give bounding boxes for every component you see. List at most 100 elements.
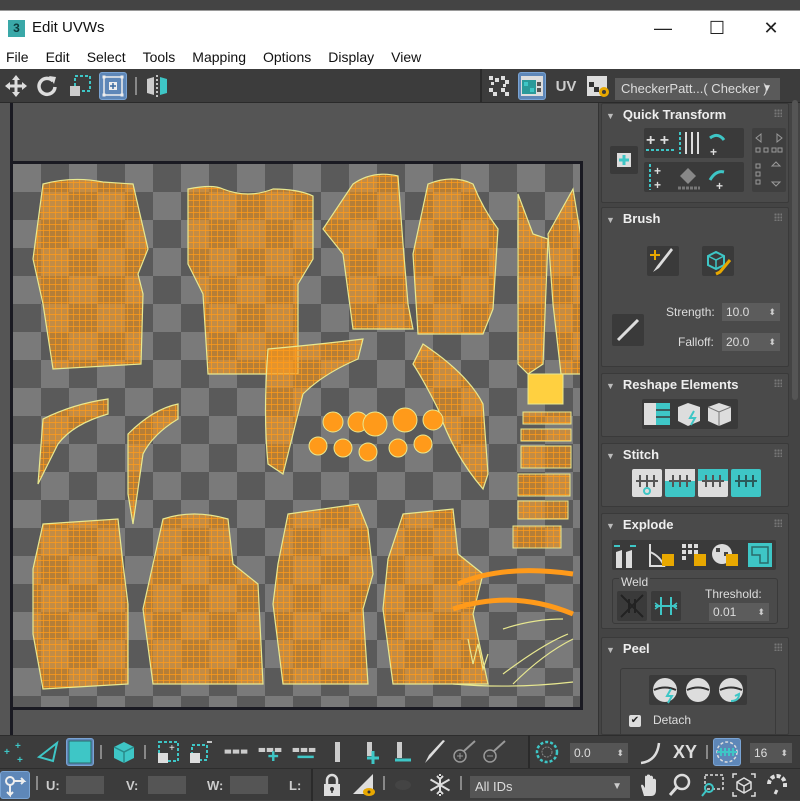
- menu-mapping[interactable]: Mapping: [192, 49, 246, 65]
- paint-move-button[interactable]: [647, 246, 679, 276]
- rollout-header-reshape-elements[interactable]: ▼ Reshape Elements: [606, 377, 739, 392]
- menu-view[interactable]: View: [391, 49, 421, 65]
- falloff-distance-spinner[interactable]: 0.0 ⬍: [570, 743, 628, 763]
- rollout-header-peel[interactable]: ▼ Peel: [606, 641, 650, 656]
- menu-display[interactable]: Display: [328, 49, 374, 65]
- stitch-source-button[interactable]: [665, 469, 695, 497]
- target-weld-button[interactable]: [651, 591, 681, 621]
- freeform-mode-button[interactable]: [99, 72, 127, 100]
- spinner-arrows-icon[interactable]: ⬍: [768, 303, 776, 321]
- align-horizontal-button[interactable]: + + +: [644, 128, 744, 158]
- relax-brush-button[interactable]: [702, 246, 734, 276]
- spinner-arrows-icon[interactable]: ⬍: [768, 333, 776, 351]
- lock-selection-button[interactable]: [318, 771, 346, 799]
- scale-button[interactable]: [66, 72, 94, 100]
- minimize-button[interactable]: —: [640, 11, 686, 46]
- rollout-header-brush[interactable]: ▼ Brush: [606, 211, 660, 226]
- uv-checker-canvas[interactable]: [13, 161, 583, 710]
- element-mode-button[interactable]: [110, 738, 138, 766]
- menu-tools[interactable]: Tools: [143, 49, 176, 65]
- brush-relax-icon: [707, 250, 732, 276]
- zoom-button[interactable]: [666, 771, 694, 799]
- u-coordinate-field[interactable]: [66, 776, 104, 794]
- edge-distance-spinner[interactable]: 16 ⬍: [750, 743, 792, 763]
- spinner-arrows-icon[interactable]: ⬍: [616, 743, 624, 763]
- stitch-average-button[interactable]: [731, 469, 761, 497]
- brush-move-icon: [650, 248, 673, 272]
- zoom-extents-button[interactable]: [730, 771, 758, 799]
- weld-all-selected-button[interactable]: [617, 591, 647, 621]
- u-label: U:: [46, 778, 60, 793]
- grip-icon[interactable]: [774, 109, 782, 117]
- texture-dropdown[interactable]: CheckerPatt...( Checker ) ▼: [615, 78, 780, 100]
- rollout-stitch: ▼ Stitch: [601, 443, 789, 507]
- soft-selection-button[interactable]: [533, 738, 561, 766]
- close-button[interactable]: ✕: [748, 11, 794, 46]
- rollout-quick-transform: ▼ Quick Transform + + + + + +: [601, 103, 789, 203]
- loop-shrink-button[interactable]: [288, 738, 320, 766]
- move-button[interactable]: [2, 72, 30, 100]
- vertex-mode-button[interactable]: + + +: [2, 738, 30, 766]
- unhide-button[interactable]: [392, 771, 420, 799]
- detach-checkbox[interactable]: ✔: [629, 715, 641, 727]
- v-coordinate-field[interactable]: [148, 776, 186, 794]
- falloff-spinner[interactable]: 20.0 ⬍: [722, 333, 780, 351]
- w-coordinate-field[interactable]: [230, 776, 268, 794]
- brush-falloff-type-button[interactable]: [612, 314, 644, 346]
- menu-select[interactable]: Select: [87, 49, 126, 65]
- enlarge-brush-button[interactable]: [450, 738, 478, 766]
- shrink-selection-button[interactable]: [186, 738, 214, 766]
- panel-scrollbar[interactable]: [792, 100, 798, 400]
- loop-shrink-icon: [292, 747, 316, 759]
- space-tools-button[interactable]: [752, 128, 786, 192]
- loop-grow-button[interactable]: [254, 738, 286, 766]
- checker-display-button[interactable]: [485, 72, 513, 100]
- material-id-dropdown[interactable]: All IDs ▼: [470, 776, 630, 798]
- maximize-button[interactable]: ☐: [694, 11, 740, 46]
- texture-settings-button[interactable]: [584, 72, 612, 100]
- zoom-region-button[interactable]: [698, 771, 726, 799]
- rollout-header-quick-transform[interactable]: ▼ Quick Transform: [606, 107, 726, 122]
- paint-select-button[interactable]: [420, 738, 448, 766]
- rollout-header-explode[interactable]: ▼ Explode: [606, 517, 674, 532]
- loop-button[interactable]: [220, 738, 252, 766]
- ring-shrink-button[interactable]: [390, 738, 418, 766]
- menu-file[interactable]: File: [6, 49, 29, 65]
- align-vertical-button[interactable]: + + +: [644, 162, 744, 192]
- show-hidden-button[interactable]: [350, 771, 378, 799]
- menu-edit[interactable]: Edit: [46, 49, 70, 65]
- freeze-button[interactable]: [426, 771, 454, 799]
- snap-button[interactable]: [762, 771, 790, 799]
- grip-icon[interactable]: [774, 449, 782, 457]
- falloff-type-button[interactable]: [636, 738, 664, 766]
- peel-mode-icon: [686, 678, 710, 702]
- grip-icon[interactable]: [774, 643, 782, 651]
- ring-grow-button[interactable]: [358, 738, 386, 766]
- edge-mode-button[interactable]: [34, 738, 62, 766]
- menu-options[interactable]: Options: [263, 49, 311, 65]
- shrink-brush-button[interactable]: [480, 738, 508, 766]
- grow-selection-button[interactable]: +: [154, 738, 182, 766]
- falloff-space-button[interactable]: XY: [668, 738, 702, 766]
- rotate-button[interactable]: [33, 72, 61, 100]
- mirror-button[interactable]: [143, 72, 171, 100]
- grip-icon[interactable]: [774, 213, 782, 221]
- ring-button[interactable]: [324, 738, 352, 766]
- stitch-target-button[interactable]: [698, 469, 728, 497]
- pan-button[interactable]: [636, 771, 664, 799]
- rollout-header-stitch[interactable]: ▼ Stitch: [606, 447, 659, 462]
- show-map-button[interactable]: [518, 72, 546, 100]
- strength-spinner[interactable]: 10.0 ⬍: [722, 303, 780, 321]
- grip-icon[interactable]: [774, 519, 782, 527]
- threshold-spinner[interactable]: 0.01 ⬍: [709, 603, 769, 621]
- stitch-custom-button[interactable]: [632, 469, 662, 497]
- spinner-arrows-icon[interactable]: ⬍: [757, 603, 765, 621]
- uv-editor-viewport[interactable]: [0, 103, 598, 735]
- polygon-mode-button[interactable]: [66, 738, 94, 766]
- limit-by-edge-button[interactable]: [713, 738, 741, 766]
- spinner-arrows-icon[interactable]: ⬍: [780, 743, 788, 763]
- set-pivot-button[interactable]: [610, 146, 638, 174]
- absolute-offset-toggle[interactable]: [0, 771, 30, 799]
- grip-icon[interactable]: [774, 379, 782, 387]
- uv-toggle-button[interactable]: UV: [551, 72, 581, 100]
